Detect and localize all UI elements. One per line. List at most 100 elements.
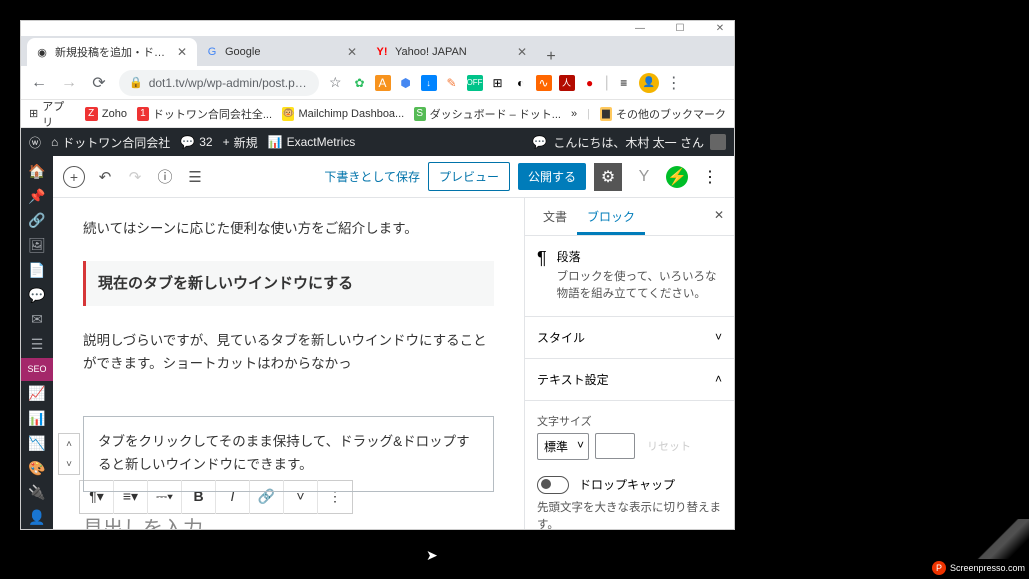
apps-button[interactable]: ⊞アプリ [29, 98, 75, 130]
ext-icon[interactable]: OFF [467, 75, 483, 91]
font-size-label: 文字サイズ [537, 413, 722, 429]
mail-menu-icon[interactable]: ✉ [21, 308, 53, 331]
media-menu-icon[interactable]: 🖼 [21, 234, 53, 257]
window-close[interactable]: ✕ [710, 23, 730, 34]
ext-icon[interactable]: A [375, 75, 391, 91]
window-titlebar: — ☐ ✕ [21, 21, 734, 36]
move-down-icon[interactable]: ˅ [59, 454, 79, 474]
evernote-ext-icon[interactable]: ✿ [352, 75, 368, 91]
move-up-icon[interactable]: ˄ [59, 434, 79, 454]
comments-menu-icon[interactable]: 💬 [21, 284, 53, 307]
bookmark-item[interactable]: Sダッシュボード – ドット... [414, 106, 561, 122]
appearance-menu-icon[interactable]: 📊 [21, 407, 53, 430]
browser-toolbar: ← → ⟳ 🔒 dot1.tv/wp/wp-admin/post.php?pos… [21, 66, 734, 100]
save-draft-button[interactable]: 下書きとして保存 [324, 168, 420, 185]
comments-link[interactable]: 💬32 [180, 135, 212, 149]
selected-paragraph-block[interactable]: ˄ ˅ タブをクリックしてそのまま保持して、ドラッグ&ドロップすると新しいウイン… [83, 416, 494, 492]
comment-count: 32 [199, 135, 212, 149]
text-settings-toggle[interactable]: テキスト設定 ˄ [525, 359, 734, 401]
tab-close-icon[interactable]: ✕ [175, 45, 189, 59]
user-avatar[interactable] [710, 134, 726, 150]
ext-icon[interactable]: ✎ [444, 75, 460, 91]
paragraph-block[interactable]: 続いてはシーンに応じた便利な使い方をご紹介します。 [83, 218, 494, 241]
window-maximize[interactable]: ☐ [670, 23, 690, 34]
settings-gear-icon[interactable]: ⚙ [594, 163, 622, 191]
wp-logo-icon[interactable]: ⓦ [29, 134, 41, 151]
ext-icon[interactable]: ● [582, 75, 598, 91]
browser-tab-1[interactable]: G Google ✕ [197, 38, 367, 66]
preview-button[interactable]: プレビュー [428, 162, 510, 191]
tab-close-icon[interactable]: ✕ [515, 45, 529, 59]
plugins-menu-icon[interactable]: 🎨 [21, 457, 53, 480]
reader-ext-icon[interactable]: ≡ [616, 75, 632, 91]
font-size-input[interactable] [595, 433, 635, 459]
editor-main: + ↶ ↷ ⓘ ☰ 下書きとして保存 プレビュー 公開する ⚙ Y ⚡ ⋮ [53, 156, 734, 529]
links-menu-icon[interactable]: 🔗 [21, 209, 53, 232]
home-icon: ⌂ [51, 135, 58, 149]
bookmark-item[interactable]: 🐵Mailchimp Dashboa... [282, 107, 404, 121]
list-menu-icon[interactable]: ☰ [21, 333, 53, 356]
ext-icon[interactable]: ↓ [421, 75, 437, 91]
redo-button[interactable]: ↷ [125, 167, 145, 187]
editor-canvas[interactable]: 続いてはシーンに応じた便利な使い方をご紹介します。 現在のタブを新しいウインドウ… [53, 198, 524, 529]
posts-menu-icon[interactable]: 📌 [21, 185, 53, 208]
chevron-up-icon: ˄ [715, 372, 722, 386]
window-minimize[interactable]: — [630, 23, 650, 34]
outline-button[interactable]: ☰ [185, 167, 205, 187]
stats-menu-icon[interactable]: 📉 [21, 432, 53, 455]
browser-tab-0[interactable]: ◉ 新規投稿を追加・ドットワン合同 ✕ [27, 38, 197, 66]
heading-placeholder[interactable]: 見出しを入力... [83, 512, 494, 529]
browser-tab-2[interactable]: Y! Yahoo! JAPAN ✕ [367, 38, 537, 66]
site-name: ドットワン合同会社 [62, 134, 170, 151]
tools-menu-icon[interactable]: 🔌 [21, 482, 53, 505]
yoast-icon[interactable]: Y [630, 163, 658, 191]
dropcap-toggle[interactable] [537, 476, 569, 494]
jetpack-icon[interactable]: ⚡ [666, 166, 688, 188]
tab-document[interactable]: 文書 [533, 198, 577, 235]
bookmark-item[interactable]: 1ドットワン合同会社全... [137, 106, 272, 122]
tab-strip: ◉ 新規投稿を追加・ドットワン合同 ✕ G Google ✕ Y! Yahoo!… [21, 36, 734, 66]
style-section-toggle[interactable]: スタイル ˅ [525, 317, 734, 359]
mailchimp-icon: 🐵 [282, 107, 294, 121]
ext-icon[interactable]: ◐ [513, 75, 529, 91]
site-link[interactable]: ⌂ ドットワン合同会社 [51, 134, 170, 151]
panel-close-icon[interactable]: ✕ [704, 198, 734, 235]
tab-block[interactable]: ブロック [577, 198, 645, 235]
more-menu-icon[interactable]: ⋮ [696, 163, 724, 191]
back-button[interactable]: ← [29, 74, 49, 92]
other-bookmarks[interactable]: ▆その他のブックマーク [600, 106, 726, 122]
analytics-menu-icon[interactable]: 📈 [21, 383, 53, 406]
undo-button[interactable]: ↶ [95, 167, 115, 187]
profile-avatar[interactable]: 👤 [639, 73, 659, 93]
pages-menu-icon[interactable]: 📄 [21, 259, 53, 282]
bookmark-item[interactable]: ZZoho [85, 107, 127, 121]
dashboard-menu-icon[interactable]: 🏠 [21, 160, 53, 183]
heading-block[interactable]: 現在のタブを新しいウインドウにする [83, 261, 494, 307]
new-link[interactable]: +新規 [223, 134, 258, 151]
greeting-text[interactable]: こんにちは、木村 太一 さん [553, 134, 704, 151]
text-settings-section: 文字サイズ 標準 ˅ リセット ドロップキャップ 先頭文字を大きな表示に切り替え… [525, 401, 734, 530]
publish-button[interactable]: 公開する [518, 163, 586, 190]
reload-button[interactable]: ⟳ [89, 73, 109, 93]
seo-menu-icon[interactable]: SEO [21, 358, 53, 381]
bookmark-star-icon[interactable]: ☆ [329, 74, 342, 91]
bookmark-label: ダッシュボード – ドット... [430, 106, 561, 122]
font-size-select[interactable]: 標準 ˅ [537, 433, 589, 460]
rss-ext-icon[interactable]: ∿ [536, 75, 552, 91]
ext-icon[interactable]: ⊞ [490, 75, 506, 91]
menu-icon[interactable]: ⋮ [666, 73, 682, 93]
chevron-down-icon: ˅ [577, 438, 584, 452]
new-tab-button[interactable]: + [537, 48, 565, 66]
ext-icon[interactable]: ⬢ [398, 75, 414, 91]
reset-button[interactable]: リセット [641, 434, 697, 458]
pdf-ext-icon[interactable]: 人 [559, 75, 575, 91]
forward-button[interactable]: → [59, 74, 79, 92]
users-menu-icon[interactable]: 👤 [21, 506, 53, 529]
bookmarks-overflow[interactable]: » [571, 108, 577, 120]
exactmetrics-link[interactable]: 📊ExactMetrics [268, 135, 356, 149]
add-block-button[interactable]: + [63, 166, 85, 188]
info-button[interactable]: ⓘ [155, 167, 175, 187]
tab-close-icon[interactable]: ✕ [345, 45, 359, 59]
address-bar[interactable]: 🔒 dot1.tv/wp/wp-admin/post.php?post... [119, 70, 319, 96]
paragraph-block[interactable]: 説明しづらいですが、見ているタブを新しいウインドウにすることができます。ショート… [83, 330, 494, 376]
